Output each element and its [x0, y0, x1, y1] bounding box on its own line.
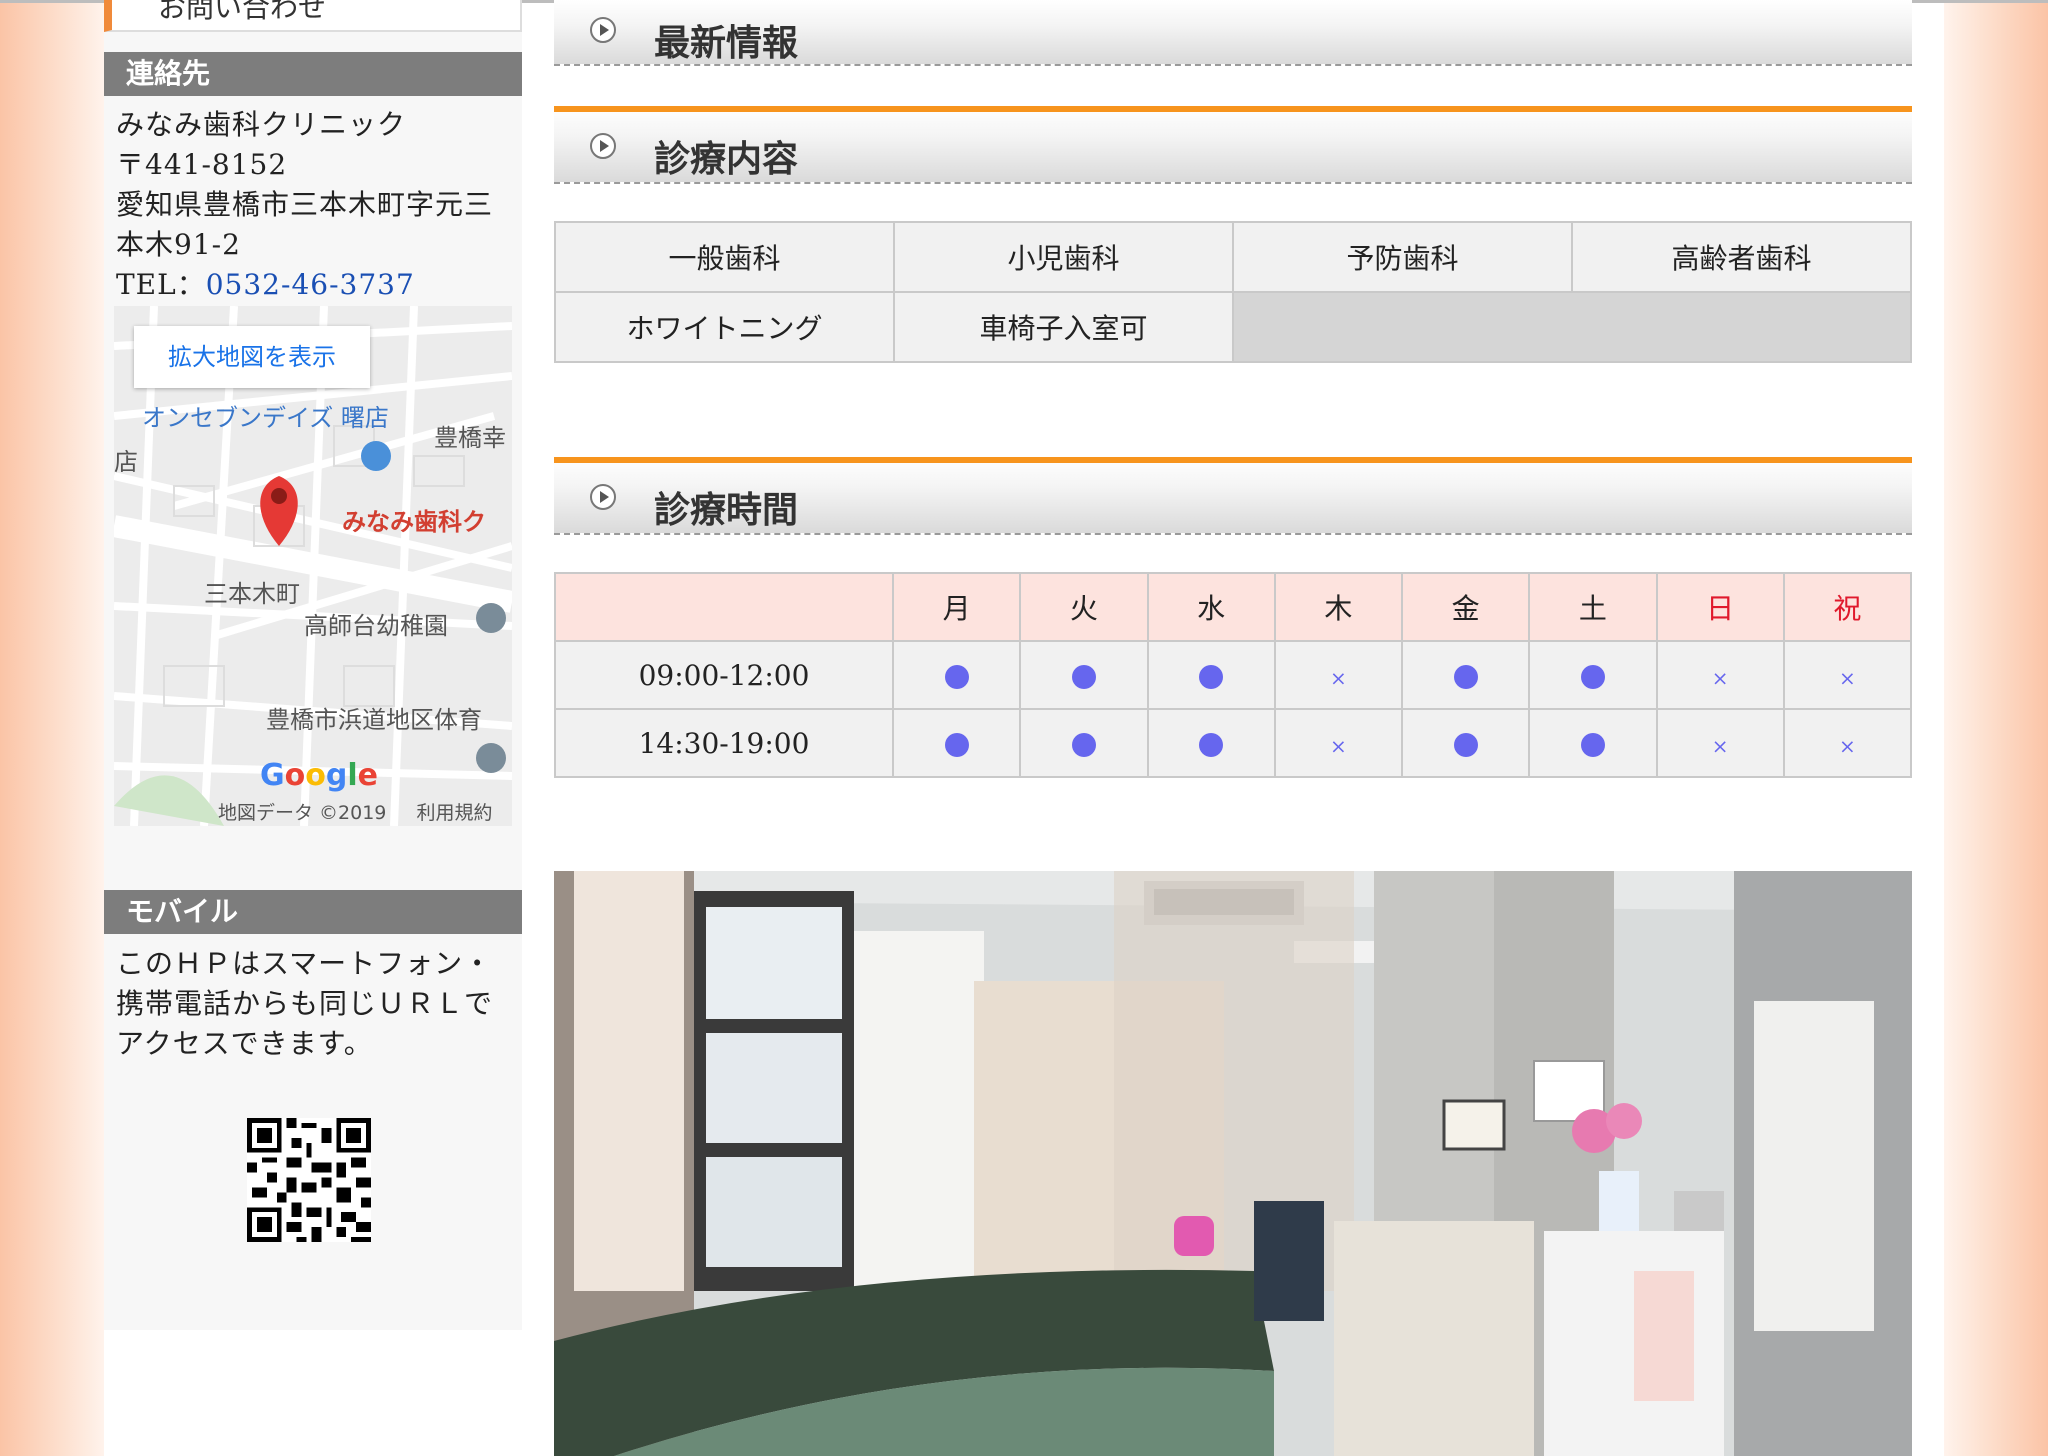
page-edge-right [1944, 0, 2048, 1456]
section-accent-bar [554, 106, 1912, 112]
header-blank [554, 572, 894, 642]
status-cell [891, 708, 1022, 778]
table-header-row: 月 火 水 木 金 土 日 祝 [554, 572, 1913, 642]
section-accent-bar [554, 457, 1912, 463]
status-cell [1400, 640, 1531, 710]
day-header-fri: 金 [1400, 572, 1531, 642]
table-row: 09:00-12:00 × × × [554, 640, 1913, 710]
open-dot-icon [1071, 665, 1096, 689]
open-dot-icon [1199, 665, 1224, 689]
status-cell [1400, 708, 1531, 778]
time-slot: 14:30-19:00 [554, 708, 894, 778]
contact-heading: 連絡先 [104, 52, 522, 96]
enlarge-map-button[interactable]: 拡大地図を表示 [134, 326, 370, 388]
page-edge-left [0, 0, 104, 1456]
status-cell: × [1655, 708, 1785, 778]
qr-code [247, 1118, 371, 1242]
map-label-store: オンセブンデイズ 曙店 [142, 404, 389, 432]
day-header-wed: 水 [1146, 572, 1276, 642]
day-header-mon: 月 [891, 572, 1022, 642]
clinic-name: みなみ歯科クリニック [116, 108, 407, 141]
status-cell: × [1782, 708, 1913, 778]
waiting-room-photo [554, 871, 1912, 1456]
day-header-thu: 木 [1273, 572, 1404, 642]
closed-mark: × [1838, 733, 1856, 758]
services-table: 一般歯科 小児歯科 予防歯科 高齢者歯科 ホワイトニング 車椅子入室可 [554, 221, 1912, 363]
tel-link[interactable]: 0532-46-3737 [206, 268, 415, 301]
service-cell: 高齢者歯科 [1571, 221, 1912, 293]
tel-label: TEL： [116, 268, 206, 301]
section-title-services: 診療内容 [654, 138, 799, 180]
section-header-hours: 診療時間 [554, 457, 1912, 535]
time-slot: 09:00-12:00 [554, 640, 894, 710]
open-dot-icon [1453, 665, 1478, 689]
map-data-credit: 地図データ ©2019 [218, 802, 387, 824]
status-cell [891, 640, 1022, 710]
open-dot-icon [1580, 665, 1605, 689]
service-cell: 小児歯科 [893, 221, 1234, 293]
google-logo: Google [260, 758, 379, 793]
status-cell [1528, 640, 1658, 710]
closed-mark: × [1711, 733, 1729, 758]
service-cell: ホワイトニング [554, 291, 895, 363]
play-icon [590, 133, 616, 159]
closed-mark: × [1711, 665, 1729, 690]
day-header-tue: 火 [1019, 572, 1149, 642]
service-cell: 一般歯科 [554, 221, 895, 293]
status-cell: × [1273, 708, 1404, 778]
day-header-sat: 土 [1528, 572, 1658, 642]
tel-line: TEL：0532-46-3737 [116, 265, 514, 305]
closed-mark: × [1329, 733, 1347, 758]
section-title-news: 最新情報 [654, 22, 799, 64]
mobile-heading: モバイル [104, 890, 522, 934]
status-cell [1019, 640, 1149, 710]
status-cell [1528, 708, 1658, 778]
map-label-clinic: みなみ歯科ク [342, 508, 486, 536]
open-dot-icon [944, 733, 969, 757]
table-row: 14:30-19:00 × × × [554, 708, 1913, 778]
play-icon [590, 484, 616, 510]
open-dot-icon [1580, 733, 1605, 757]
google-map[interactable]: 拡大地図を表示 オンセブンデイズ 曙店 豊橋幸 店 みなみ歯科ク 三本木町 高師… [114, 306, 512, 826]
service-cell-empty [1232, 291, 1912, 363]
map-label-sanbongi: 三本木町 [204, 580, 300, 608]
section-title-hours: 診療時間 [654, 489, 799, 531]
map-label-toyohashi: 豊橋幸 [434, 424, 506, 452]
address: 愛知県豊橋市三本木町字元三本木91-2 [116, 188, 494, 261]
day-header-sun: 日 [1655, 572, 1785, 642]
table-row: ホワイトニング 車椅子入室可 [554, 291, 1912, 363]
inquiry-label: お問い合わせ [158, 0, 327, 24]
contact-info: みなみ歯科クリニック 〒441-8152 愛知県豊橋市三本木町字元三本木91-2… [116, 105, 514, 305]
open-dot-icon [1453, 733, 1478, 757]
status-cell: × [1782, 640, 1913, 710]
status-cell: × [1655, 640, 1785, 710]
section-header-news: 最新情報 [554, 0, 1912, 66]
map-label-store-2: 店 [114, 448, 138, 476]
status-cell: × [1273, 640, 1404, 710]
hours-table: 月 火 水 木 金 土 日 祝 09:00-12:00 × × × 14:30-1… [554, 572, 1913, 778]
status-cell [1146, 708, 1276, 778]
closed-mark: × [1329, 665, 1347, 690]
status-cell [1019, 708, 1149, 778]
map-terms-link[interactable]: 利用規約 [416, 802, 492, 824]
postal-code: 〒441-8152 [116, 148, 288, 181]
status-cell [1146, 640, 1276, 710]
waiting-room-illustration [554, 871, 1912, 1456]
open-dot-icon [1071, 733, 1096, 757]
closed-mark: × [1838, 665, 1856, 690]
map-label-kindergarten: 高師台幼稚園 [304, 612, 448, 640]
section-header-services: 診療内容 [554, 106, 1912, 184]
play-icon [590, 17, 616, 43]
inquiry-link[interactable]: お問い合わせ [104, 0, 522, 32]
map-footer: 地図データ ©2019 利用規約 [218, 798, 492, 825]
day-header-holiday: 祝 [1782, 572, 1913, 642]
map-label-gym: 豊橋市浜道地区体育 [266, 706, 482, 734]
table-row: 一般歯科 小児歯科 予防歯科 高齢者歯科 [554, 221, 1912, 293]
open-dot-icon [944, 665, 969, 689]
service-cell: 車椅子入室可 [893, 291, 1234, 363]
open-dot-icon [1199, 733, 1224, 757]
service-cell: 予防歯科 [1232, 221, 1573, 293]
mobile-text: このＨＰはスマートフォン・携帯電話からも同じＵＲＬでアクセスできます。 [116, 947, 494, 1060]
